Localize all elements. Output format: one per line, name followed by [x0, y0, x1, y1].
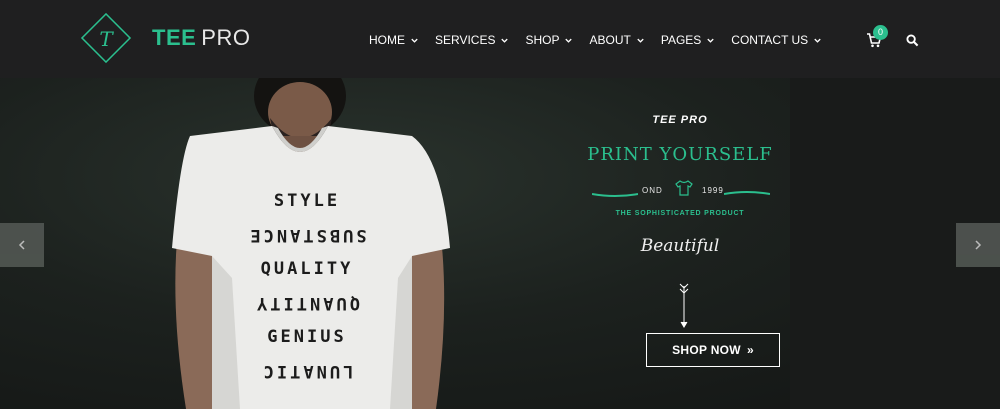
- slider-prev-button[interactable]: [0, 223, 44, 267]
- badge-right-flourish: [724, 191, 770, 195]
- nav-contact-us[interactable]: CONTACT US: [731, 33, 822, 47]
- logo-text: TEE PRO: [152, 25, 250, 51]
- nav-home-label: HOME: [369, 33, 405, 47]
- nav-shop[interactable]: SHOP: [525, 33, 573, 47]
- tshirt-icon: [675, 180, 693, 196]
- slider-next-button[interactable]: [956, 223, 1000, 267]
- shop-now-label: SHOP NOW: [672, 343, 741, 357]
- arrow-down-icon: [679, 283, 689, 328]
- shirt-print-line: LUNATIC: [260, 361, 354, 381]
- logo-tee: TEE: [152, 25, 197, 50]
- nav-pages[interactable]: PAGES: [661, 33, 715, 47]
- nav-about-label: ABOUT: [589, 33, 631, 47]
- chevron-down-icon: [814, 38, 821, 43]
- badge-tagline: THE SOPHISTICATED PRODUCT: [615, 210, 745, 217]
- logo-diamond-icon: T: [78, 10, 134, 66]
- chevron-down-icon: [501, 38, 509, 43]
- chevron-down-icon: [565, 38, 573, 43]
- site-header: T TEE PRO HOME SERVICES SHOP ABOUT PAGES …: [0, 0, 1000, 78]
- badge-script: Beautiful: [640, 236, 720, 256]
- badge-year: 1999: [702, 186, 724, 195]
- nav-home[interactable]: HOME: [369, 33, 419, 47]
- logo-pro: PRO: [201, 25, 251, 50]
- shirt-print: STYLE SUBSTANCE QUALITY QUANTITY GENIUS …: [232, 184, 382, 388]
- chevron-right-icon: [975, 240, 982, 250]
- logo-letter: T: [99, 27, 114, 51]
- shirt-print-line: GENIUS: [267, 327, 347, 347]
- nav-services-label: SERVICES: [435, 33, 496, 47]
- logo[interactable]: T TEE PRO: [78, 10, 250, 66]
- nav-contact-us-label: CONTACT US: [731, 33, 809, 47]
- chevron-left-icon: [18, 240, 25, 250]
- nav-about[interactable]: ABOUT: [589, 33, 644, 47]
- search-icon[interactable]: [906, 34, 919, 47]
- shirt-print-line: STYLE: [273, 191, 341, 211]
- nav-pages-label: PAGES: [660, 33, 702, 47]
- chevron-down-icon: [637, 38, 644, 43]
- badge-title: PRINT YOURSELF: [587, 144, 773, 165]
- hero-slider: STYLE SUBSTANCE QUALITY QUANTITY GENIUS …: [0, 78, 1000, 409]
- badge-left-flourish: [592, 193, 638, 197]
- badge-brand: TEE PRO: [652, 114, 708, 126]
- double-chevron-right-icon: »: [746, 343, 754, 357]
- shirt-print-line: QUALITY: [260, 259, 354, 279]
- shop-now-button[interactable]: SHOP NOW »: [646, 333, 780, 367]
- chevron-down-icon: [411, 38, 418, 43]
- shirt-print-line: QUANTITY: [254, 293, 360, 313]
- main-nav: HOME SERVICES SHOP ABOUT PAGES CONTACT U…: [369, 33, 838, 47]
- badge-ond: OND: [642, 186, 663, 195]
- nav-services[interactable]: SERVICES: [435, 33, 509, 47]
- chevron-down-icon: [707, 38, 714, 43]
- cart-count-badge: 0: [873, 25, 888, 40]
- shirt-print-line: SUBSTANCE: [247, 225, 367, 245]
- nav-shop-label: SHOP: [525, 33, 560, 47]
